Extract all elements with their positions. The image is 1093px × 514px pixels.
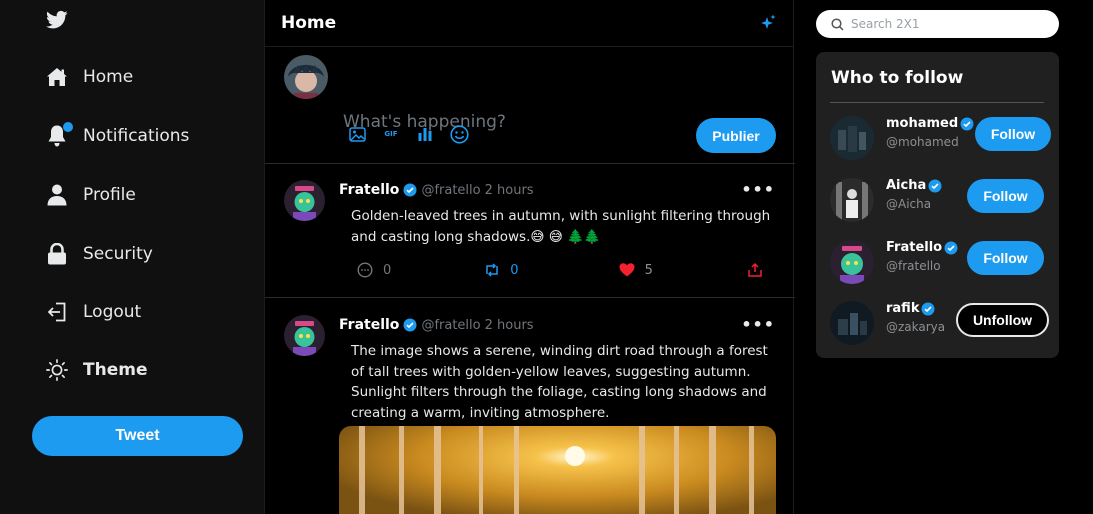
tweet-post: Fratello @fratello 2 hours ••• The image…: [265, 299, 795, 514]
user-name[interactable]: Aicha: [886, 178, 946, 193]
sidebar-item-label: Notifications: [83, 126, 190, 146]
retweet-button[interactable]: 0: [484, 262, 519, 278]
twitter-bird-icon[interactable]: [46, 10, 68, 30]
follow-button[interactable]: Follow: [967, 241, 1044, 275]
author-name[interactable]: Fratello: [339, 317, 399, 333]
sidebar-item-theme[interactable]: Theme: [46, 354, 147, 386]
left-sidebar: Home Notifications Profile Security Logo…: [0, 0, 264, 514]
user-handle[interactable]: @mohamed: [886, 135, 959, 149]
post-header: Fratello @fratello 2 hours: [339, 317, 534, 333]
sidebar-item-label: Profile: [83, 185, 136, 205]
post-time: 2 hours: [484, 317, 534, 333]
user-name[interactable]: mohamed: [886, 116, 978, 131]
home-icon: [46, 66, 68, 88]
avatar[interactable]: [284, 180, 325, 221]
sidebar-item-home[interactable]: Home: [46, 61, 133, 93]
user-handle[interactable]: @fratello: [886, 259, 941, 273]
follow-button[interactable]: Follow: [975, 117, 1051, 151]
search-bar[interactable]: [816, 10, 1059, 38]
tweet-post: Fratello @fratello 2 hours ••• Golden-le…: [265, 164, 795, 298]
sidebar-item-label: Theme: [83, 360, 148, 380]
image-icon[interactable]: [347, 124, 367, 144]
search-input[interactable]: [851, 17, 1051, 31]
post-actions: 0 0 5: [357, 262, 763, 278]
main-feed: Home What's happening? GIF Publier Frate: [264, 0, 795, 514]
avatar: [284, 55, 328, 99]
author-handle[interactable]: @fratello: [421, 183, 480, 198]
comment-count: 0: [383, 262, 392, 278]
panel-title: Who to follow: [831, 68, 964, 88]
sidebar-item-profile[interactable]: Profile: [46, 179, 136, 211]
retweet-count: 0: [510, 262, 519, 278]
user-icon: [46, 184, 68, 206]
avatar[interactable]: [830, 178, 874, 222]
sidebar-item-label: Home: [83, 67, 134, 87]
sidebar-item-logout[interactable]: Logout: [46, 296, 141, 328]
sidebar-item-security[interactable]: Security: [46, 238, 153, 270]
post-header: Fratello @fratello 2 hours: [339, 182, 534, 198]
emoji-icon[interactable]: [449, 124, 469, 144]
user-handle[interactable]: @Aicha: [886, 197, 931, 211]
notification-badge: [63, 122, 73, 132]
author-handle[interactable]: @fratello: [421, 318, 480, 333]
avatar[interactable]: [830, 116, 874, 160]
follow-suggestion: Fratello @fratello Follow: [830, 240, 1060, 284]
page-title: Home: [281, 13, 337, 33]
verified-icon: [928, 179, 942, 192]
bell-icon: [46, 122, 73, 147]
poll-icon[interactable]: [415, 124, 435, 144]
more-options-icon[interactable]: •••: [741, 315, 775, 334]
logout-icon: [46, 301, 68, 323]
retweet-icon: [486, 263, 499, 277]
sparkle-icon[interactable]: [759, 14, 777, 32]
comment-icon: [357, 262, 373, 278]
share-button[interactable]: [747, 262, 763, 278]
unfollow-button[interactable]: Unfollow: [956, 303, 1049, 337]
main-header: Home: [265, 0, 793, 47]
avatar[interactable]: [830, 240, 874, 284]
publish-button[interactable]: Publier: [696, 118, 776, 153]
follow-button[interactable]: Follow: [967, 179, 1044, 213]
verified-icon: [403, 318, 417, 332]
follow-suggestion: mohamed @mohamed Follow: [830, 116, 1060, 160]
like-count: 5: [644, 262, 653, 278]
author-name[interactable]: Fratello: [339, 182, 399, 198]
user-name[interactable]: rafik: [886, 301, 939, 316]
user-name[interactable]: Fratello: [886, 240, 962, 255]
post-text: The image shows a serene, winding dirt r…: [351, 343, 768, 421]
sidebar-item-label: Logout: [83, 302, 142, 322]
who-to-follow-panel: Who to follow mohamed @mohamed Follow Ai…: [816, 52, 1059, 358]
verified-icon: [944, 241, 958, 254]
share-icon: [748, 262, 762, 277]
verified-icon: [960, 117, 974, 130]
search-icon: [831, 17, 844, 31]
post-image[interactable]: [339, 426, 776, 514]
lock-icon: [46, 243, 68, 265]
verified-icon: [403, 183, 417, 197]
divider: [830, 102, 1044, 103]
follow-suggestion: Aicha @Aicha Follow: [830, 178, 1060, 222]
user-handle[interactable]: @zakarya: [886, 320, 945, 334]
comment-button[interactable]: 0: [357, 262, 391, 278]
sidebar-item-label: Security: [83, 244, 153, 264]
more-options-icon[interactable]: •••: [741, 180, 775, 199]
tweet-button[interactable]: Tweet: [32, 416, 243, 456]
follow-suggestion: rafik @zakarya Unfollow: [830, 301, 1060, 345]
composer-toolbar: GIF: [347, 124, 469, 144]
avatar[interactable]: [284, 315, 325, 356]
avatar[interactable]: [830, 301, 874, 345]
verified-icon: [921, 302, 935, 315]
post-time: 2 hours: [484, 182, 534, 198]
like-button[interactable]: 5: [619, 262, 653, 278]
heart-icon: [619, 263, 635, 277]
gif-icon[interactable]: GIF: [381, 124, 401, 144]
sidebar-item-notifications[interactable]: Notifications: [46, 120, 189, 152]
post-text: Golden-leaved trees in autumn, with sunl…: [351, 208, 771, 245]
sun-icon: [46, 359, 68, 381]
